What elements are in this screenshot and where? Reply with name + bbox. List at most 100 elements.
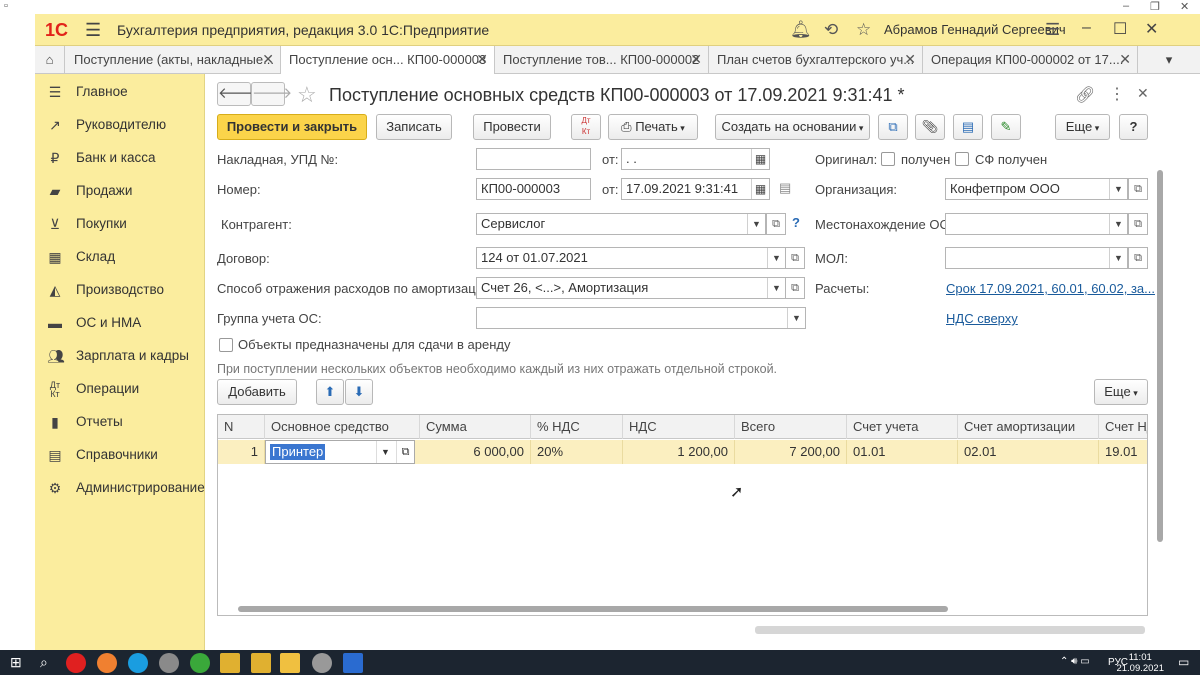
windows-start-icon[interactable]: ⊞	[10, 654, 22, 671]
app-icon[interactable]	[312, 653, 332, 673]
post-and-close-button[interactable]: Провести и закрыть	[217, 114, 367, 140]
tab-close-icon[interactable]: ✕	[262, 51, 274, 68]
sidebar-item-production[interactable]: ◭ Производство	[35, 275, 205, 305]
main-menu-icon[interactable]: ☰	[85, 20, 101, 41]
edit-button[interactable]: ✎	[991, 114, 1021, 140]
help-button[interactable]: ?	[1119, 114, 1148, 140]
sidebar-item-warehouse[interactable]: ▦ Склад	[35, 242, 205, 272]
outlook-icon[interactable]	[343, 653, 363, 673]
tabs-overflow-button[interactable]: ▾	[1138, 46, 1200, 74]
more-button[interactable]: Еще ▾	[1055, 114, 1110, 140]
amortization-method-input[interactable]: Счет 26, <...>, Амортизация ▼	[476, 277, 786, 299]
column-header[interactable]: Счет НДС	[1099, 415, 1147, 439]
open-contractor-icon[interactable]: ⧉	[766, 213, 786, 235]
close-icon[interactable]: ✕	[1145, 19, 1158, 39]
column-header[interactable]: Сумма	[420, 415, 531, 439]
chevron-down-icon[interactable]: ▼	[1109, 248, 1127, 268]
asset-location-input[interactable]: ▼	[945, 213, 1128, 235]
tab-operation[interactable]: Операция КП00-000002 от 17.... ✕	[923, 46, 1138, 74]
history-icon[interactable]: ⟲	[824, 20, 838, 40]
sidebar-item-payroll[interactable]: 👥︎ Зарплата и кадры	[35, 341, 205, 371]
favorite-star-icon[interactable]: ☆	[297, 82, 317, 108]
open-contract-icon[interactable]: ⧉	[785, 247, 805, 269]
tab-close-icon[interactable]: ✕	[904, 51, 916, 68]
asset-cell-value[interactable]: Принтер	[270, 444, 326, 460]
tab-close-icon[interactable]: ✕	[476, 51, 488, 68]
search-icon[interactable]: ⌕	[40, 654, 48, 671]
open-mol-icon[interactable]: ⧉	[1128, 247, 1148, 269]
back-button[interactable]: 🡐	[217, 82, 258, 106]
tab-goods-receipt[interactable]: Поступление тов... КП00-000002 ✕	[495, 46, 709, 74]
mol-input[interactable]: ▼	[945, 247, 1128, 269]
tab-receipts[interactable]: Поступление (акты, накладные... ✕	[66, 46, 281, 74]
sidebar-item-admin[interactable]: ⚙ Администрирование	[35, 473, 205, 503]
sidebar-item-bank[interactable]: ₽ Банк и касса	[35, 143, 205, 173]
sidebar-item-sales[interactable]: ▰ Продажи	[35, 176, 205, 206]
rent-checkbox[interactable]	[219, 338, 233, 352]
column-header[interactable]: Основное средство	[265, 415, 420, 439]
number-input[interactable]: КП00-000003	[476, 178, 591, 200]
chevron-down-icon[interactable]: ▼	[376, 441, 394, 463]
outer-minimize-icon[interactable]: –	[1123, 0, 1129, 12]
asset-cell-editor[interactable]: Принтер ▼ ⧉	[265, 440, 415, 464]
table-row[interactable]: 1 Принтер ▼ ⧉ 6 000,00 20% 1 200,00 7 20…	[218, 440, 1147, 464]
sidebar-item-manager[interactable]: ↗ Руководителю	[35, 110, 205, 140]
open-organization-icon[interactable]: ⧉	[1128, 178, 1148, 200]
tab-close-icon[interactable]: ✕	[690, 51, 702, 68]
invoice-received-checkbox[interactable]	[955, 152, 969, 166]
chrome-icon[interactable]	[190, 653, 210, 673]
column-header[interactable]: Счет учета	[847, 415, 958, 439]
move-up-button[interactable]: ⬆	[316, 379, 344, 405]
sidebar-item-catalogs[interactable]: ▤ Справочники	[35, 440, 205, 470]
print-button[interactable]: ⎙ Печать ▾	[608, 114, 698, 140]
scrollbar-thumb[interactable]	[238, 606, 948, 612]
folder-icon[interactable]	[251, 653, 271, 673]
settlements-link[interactable]: Срок 17.09.2021, 60.01, 60.02, за...	[946, 281, 1155, 296]
asset-group-input[interactable]: ▼	[476, 307, 806, 329]
sidebar-item-purchases[interactable]: ⊻ Покупки	[35, 209, 205, 239]
dtkt-button[interactable]: Дт Кт	[571, 114, 601, 140]
open-asset-icon[interactable]: ⧉	[396, 441, 414, 463]
document-list-button[interactable]: ▤	[953, 114, 983, 140]
column-header[interactable]: % НДС	[531, 415, 623, 439]
chevron-down-icon[interactable]: ▼	[787, 308, 805, 328]
tab-chart-of-accounts[interactable]: План счетов бухгалтерского уч... ✕	[709, 46, 923, 74]
save-button[interactable]: Записать	[376, 114, 452, 140]
form-close-icon[interactable]: ✕	[1137, 85, 1149, 102]
contract-input[interactable]: 124 от 01.07.2021 ▼	[476, 247, 786, 269]
sidebar-item-fixed-assets[interactable]: ▬ ОС и НМА	[35, 308, 205, 338]
chevron-down-icon[interactable]: ▼	[767, 248, 785, 268]
more-vertical-icon[interactable]: ⋮	[1109, 84, 1125, 104]
organization-input[interactable]: Конфетпром ООО ▼	[945, 178, 1128, 200]
attach-button[interactable]: 📎︎	[915, 114, 945, 140]
table-more-button[interactable]: Еще ▾	[1094, 379, 1148, 405]
table-horizontal-scrollbar[interactable]	[238, 605, 1138, 613]
chevron-down-icon[interactable]: ▼	[767, 278, 785, 298]
outer-restore-icon[interactable]: ❐	[1150, 0, 1160, 13]
calendar-icon[interactable]: ▦	[751, 179, 769, 199]
opera-icon[interactable]	[66, 653, 86, 673]
home-tab[interactable]: ⌂	[35, 46, 65, 74]
move-down-button[interactable]: ⬇	[345, 379, 373, 405]
bell-icon[interactable]: 🔔︎	[790, 20, 812, 40]
column-header[interactable]: N	[218, 415, 265, 439]
link-icon[interactable]: 🔗︎	[1075, 85, 1095, 105]
vat-on-top-link[interactable]: НДС сверху	[946, 311, 1018, 326]
original-received-checkbox[interactable]	[881, 152, 895, 166]
comment-icon[interactable]: ▤	[779, 180, 791, 196]
column-header[interactable]: НДС	[623, 415, 735, 439]
chevron-down-icon[interactable]: ▼	[1109, 214, 1127, 234]
tab-close-icon[interactable]: ✕	[1119, 51, 1131, 68]
post-button[interactable]: Провести	[473, 114, 551, 140]
invoice-date-input[interactable]: . . ▦	[621, 148, 770, 170]
chevron-down-icon[interactable]: ▼	[747, 214, 765, 234]
skype-icon[interactable]	[128, 653, 148, 673]
invoice-number-input[interactable]	[476, 148, 591, 170]
form-vertical-scrollbar[interactable]	[1157, 170, 1163, 542]
notifications-icon[interactable]: ▭	[1178, 655, 1189, 669]
1c-app-icon[interactable]	[280, 653, 300, 673]
tab-fixed-asset-receipt[interactable]: Поступление осн... КП00-000003 ✕	[281, 46, 495, 75]
sidebar-item-reports[interactable]: ▮ Отчеты	[35, 407, 205, 437]
minimize-icon[interactable]: –	[1082, 19, 1091, 37]
forward-button[interactable]: 🡒	[251, 82, 292, 106]
